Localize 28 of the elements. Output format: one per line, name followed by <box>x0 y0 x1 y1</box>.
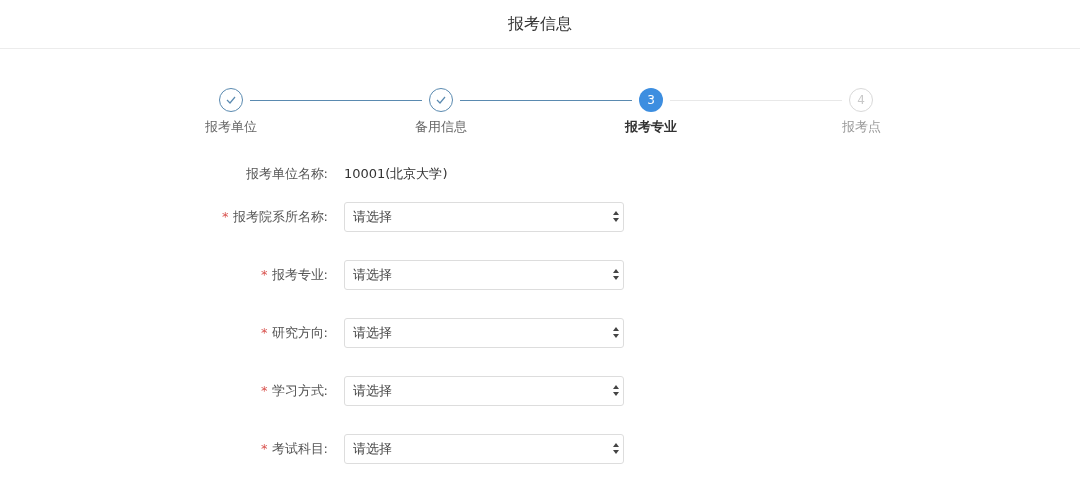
sort-arrows-icon <box>613 443 619 454</box>
select-field[interactable]: 请选择 <box>344 317 624 348</box>
step-label: 备用信息 <box>415 118 467 136</box>
sort-arrows-icon <box>613 327 619 338</box>
step-number: 3 <box>639 88 663 112</box>
select-field[interactable]: 请选择 <box>344 259 624 290</box>
sort-arrows-icon <box>613 269 619 280</box>
field-label: 报考单位名称: <box>245 164 328 183</box>
select-field[interactable]: 请选择 <box>344 375 624 406</box>
sort-arrows-icon <box>613 385 619 396</box>
sort-arrows-icon <box>613 211 619 222</box>
select-field[interactable]: 请选择 <box>344 433 624 464</box>
field-label: 报考专业: <box>271 265 328 284</box>
step-label: 报考专业 <box>625 118 677 136</box>
field-label: 报考院系所名称: <box>232 207 328 226</box>
required-mark: * <box>261 439 268 458</box>
step-label: 报考点 <box>841 118 881 136</box>
field-label: 研究方向: <box>271 323 328 342</box>
field-label: 学习方式: <box>271 381 328 400</box>
required-mark: * <box>222 207 229 226</box>
required-mark: * <box>261 323 268 342</box>
field-value: 10001(北京大学) <box>344 164 448 183</box>
step-label: 报考单位 <box>205 118 257 136</box>
required-mark: * <box>261 381 268 400</box>
page-title: 报考信息 <box>508 13 572 35</box>
select-field[interactable]: 请选择 <box>344 201 624 232</box>
field-label: 考试科目: <box>271 439 328 458</box>
required-mark: * <box>261 265 268 284</box>
